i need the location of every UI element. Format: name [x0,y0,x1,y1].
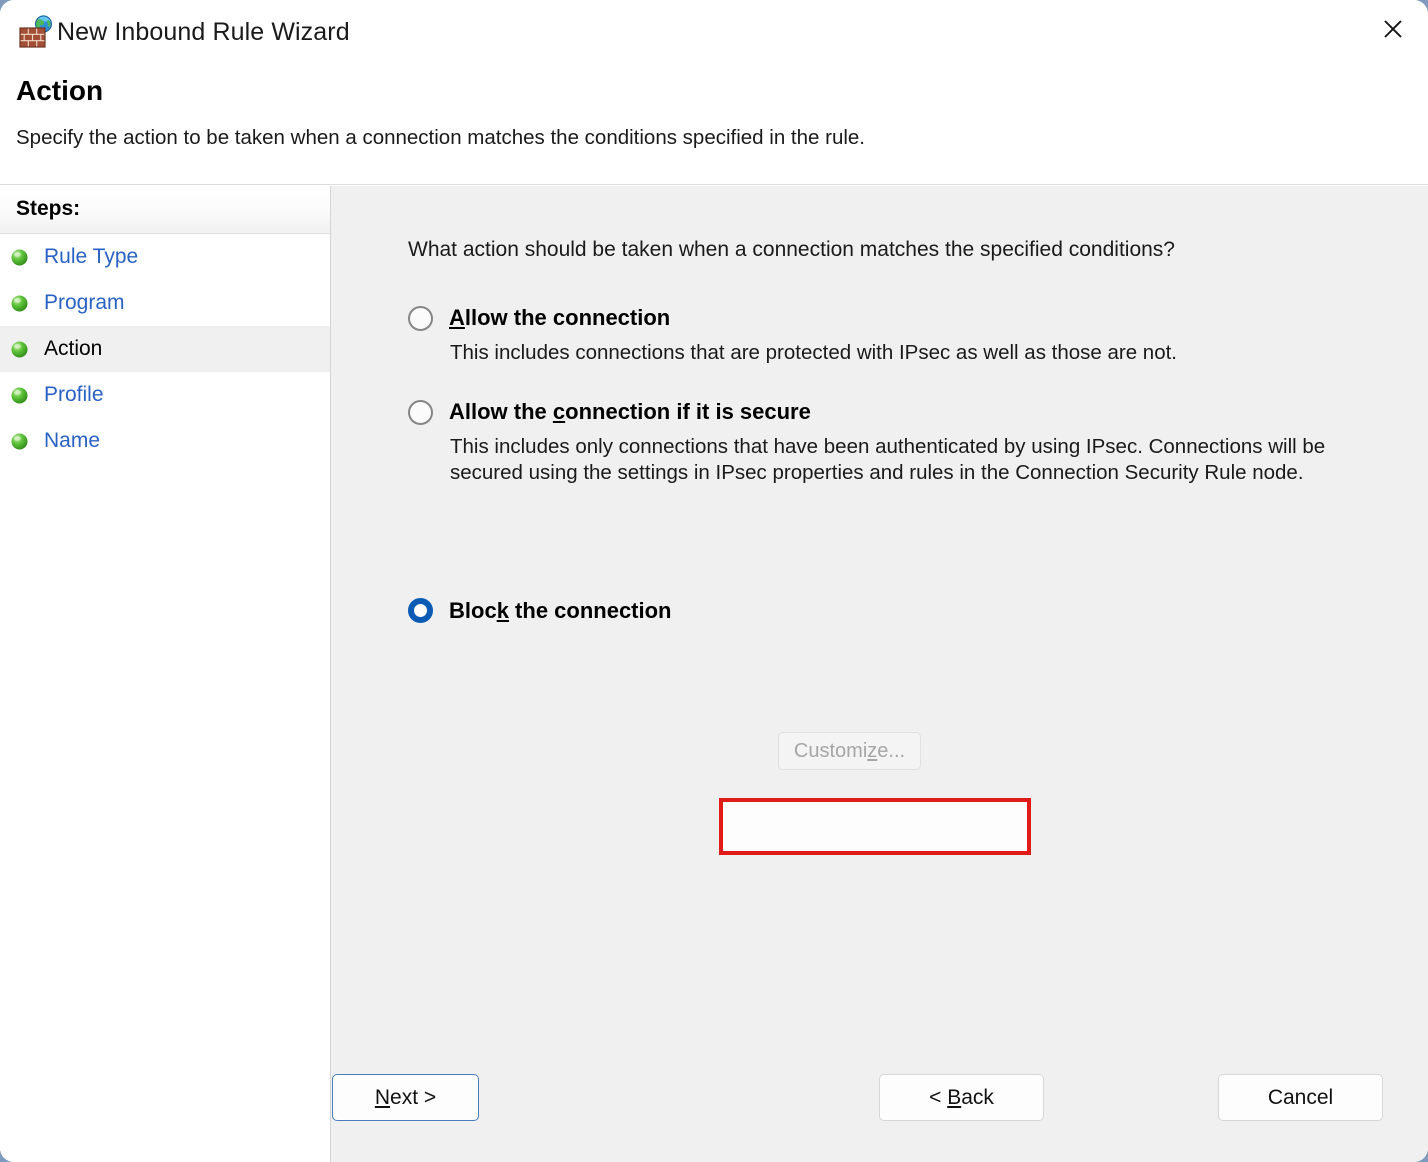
firewall-brick-wall-globe-icon [18,15,54,49]
sidebar-item-profile[interactable]: Profile [0,372,330,418]
next-button[interactable]: Next > [332,1074,479,1121]
option-label: Block the connection [449,597,672,623]
sidebar-item-label: Program [44,291,125,314]
cancel-button-label: Cancel [1267,1085,1334,1109]
sidebar-item-label: Name [44,429,101,452]
title-bar: New Inbound Rule Wizard [0,0,1428,64]
green-orb-icon [11,387,28,404]
body-area: Steps: Rule Type Program Action Profile … [0,186,1428,1162]
steps-heading: Steps: [16,197,81,220]
action-question: What action should be taken when a conne… [408,238,1175,261]
block-option-highlight-box [719,798,1031,855]
sidebar-item-rule-type[interactable]: Rule Type [0,234,330,280]
window-title: New Inbound Rule Wizard [57,18,350,46]
page-header: Action Specify the action to be taken wh… [0,64,1428,185]
radio-block-the-connection[interactable] [408,598,433,623]
radio-allow-the-connection[interactable] [408,305,433,331]
steps-sidebar: Steps: Rule Type Program Action Profile … [0,186,331,1162]
green-orb-icon [11,249,28,266]
option-allow-if-secure[interactable]: Allow the connection if it is secure Thi… [332,397,1340,486]
option-description: This includes connections that are prote… [450,341,1177,364]
sidebar-item-label: Profile [44,383,104,406]
green-orb-icon [11,341,28,358]
option-description: This includes only connections that have… [450,435,1326,484]
page-subtitle: Specify the action to be taken when a co… [16,126,865,149]
radio-allow-if-secure[interactable] [408,399,433,425]
sidebar-item-name[interactable]: Name [0,418,330,464]
sidebar-item-label: Rule Type [44,245,139,268]
sidebar-item-program[interactable]: Program [0,280,330,326]
cancel-button[interactable]: Cancel [1218,1074,1383,1121]
option-block-the-connection[interactable]: Block the connection [332,584,672,637]
customize-button[interactable]: Customize... [778,732,921,770]
sidebar-item-label: Action [44,337,103,360]
page-title: Action [16,75,104,106]
steps-header: Steps: [0,186,330,234]
back-button-label: < Back [929,1085,994,1109]
close-icon[interactable] [1358,0,1428,58]
green-orb-icon [11,295,28,312]
wizard-window: New Inbound Rule Wizard Action Specify t… [0,0,1428,1162]
sidebar-item-action[interactable]: Action [0,326,330,372]
customize-button-label: Customize... [793,739,906,762]
main-content: What action should be taken when a conne… [332,186,1428,1162]
option-label: Allow the connection [449,305,671,330]
close-x-glyph [1384,20,1402,38]
option-label: Allow the connection if it is secure [449,399,811,424]
green-orb-icon [11,433,28,450]
option-allow-the-connection[interactable]: Allow the connection This includes conne… [332,303,1177,366]
next-button-label: Next > [374,1085,437,1109]
back-button[interactable]: < Back [879,1074,1044,1121]
